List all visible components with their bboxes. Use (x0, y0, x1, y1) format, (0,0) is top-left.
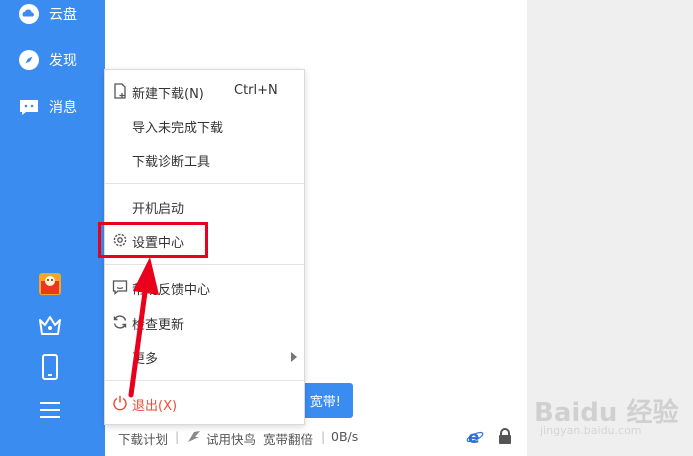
annotation-arrow (128, 257, 159, 398)
watermark-sub: jingyan.baidu.com (540, 424, 642, 437)
